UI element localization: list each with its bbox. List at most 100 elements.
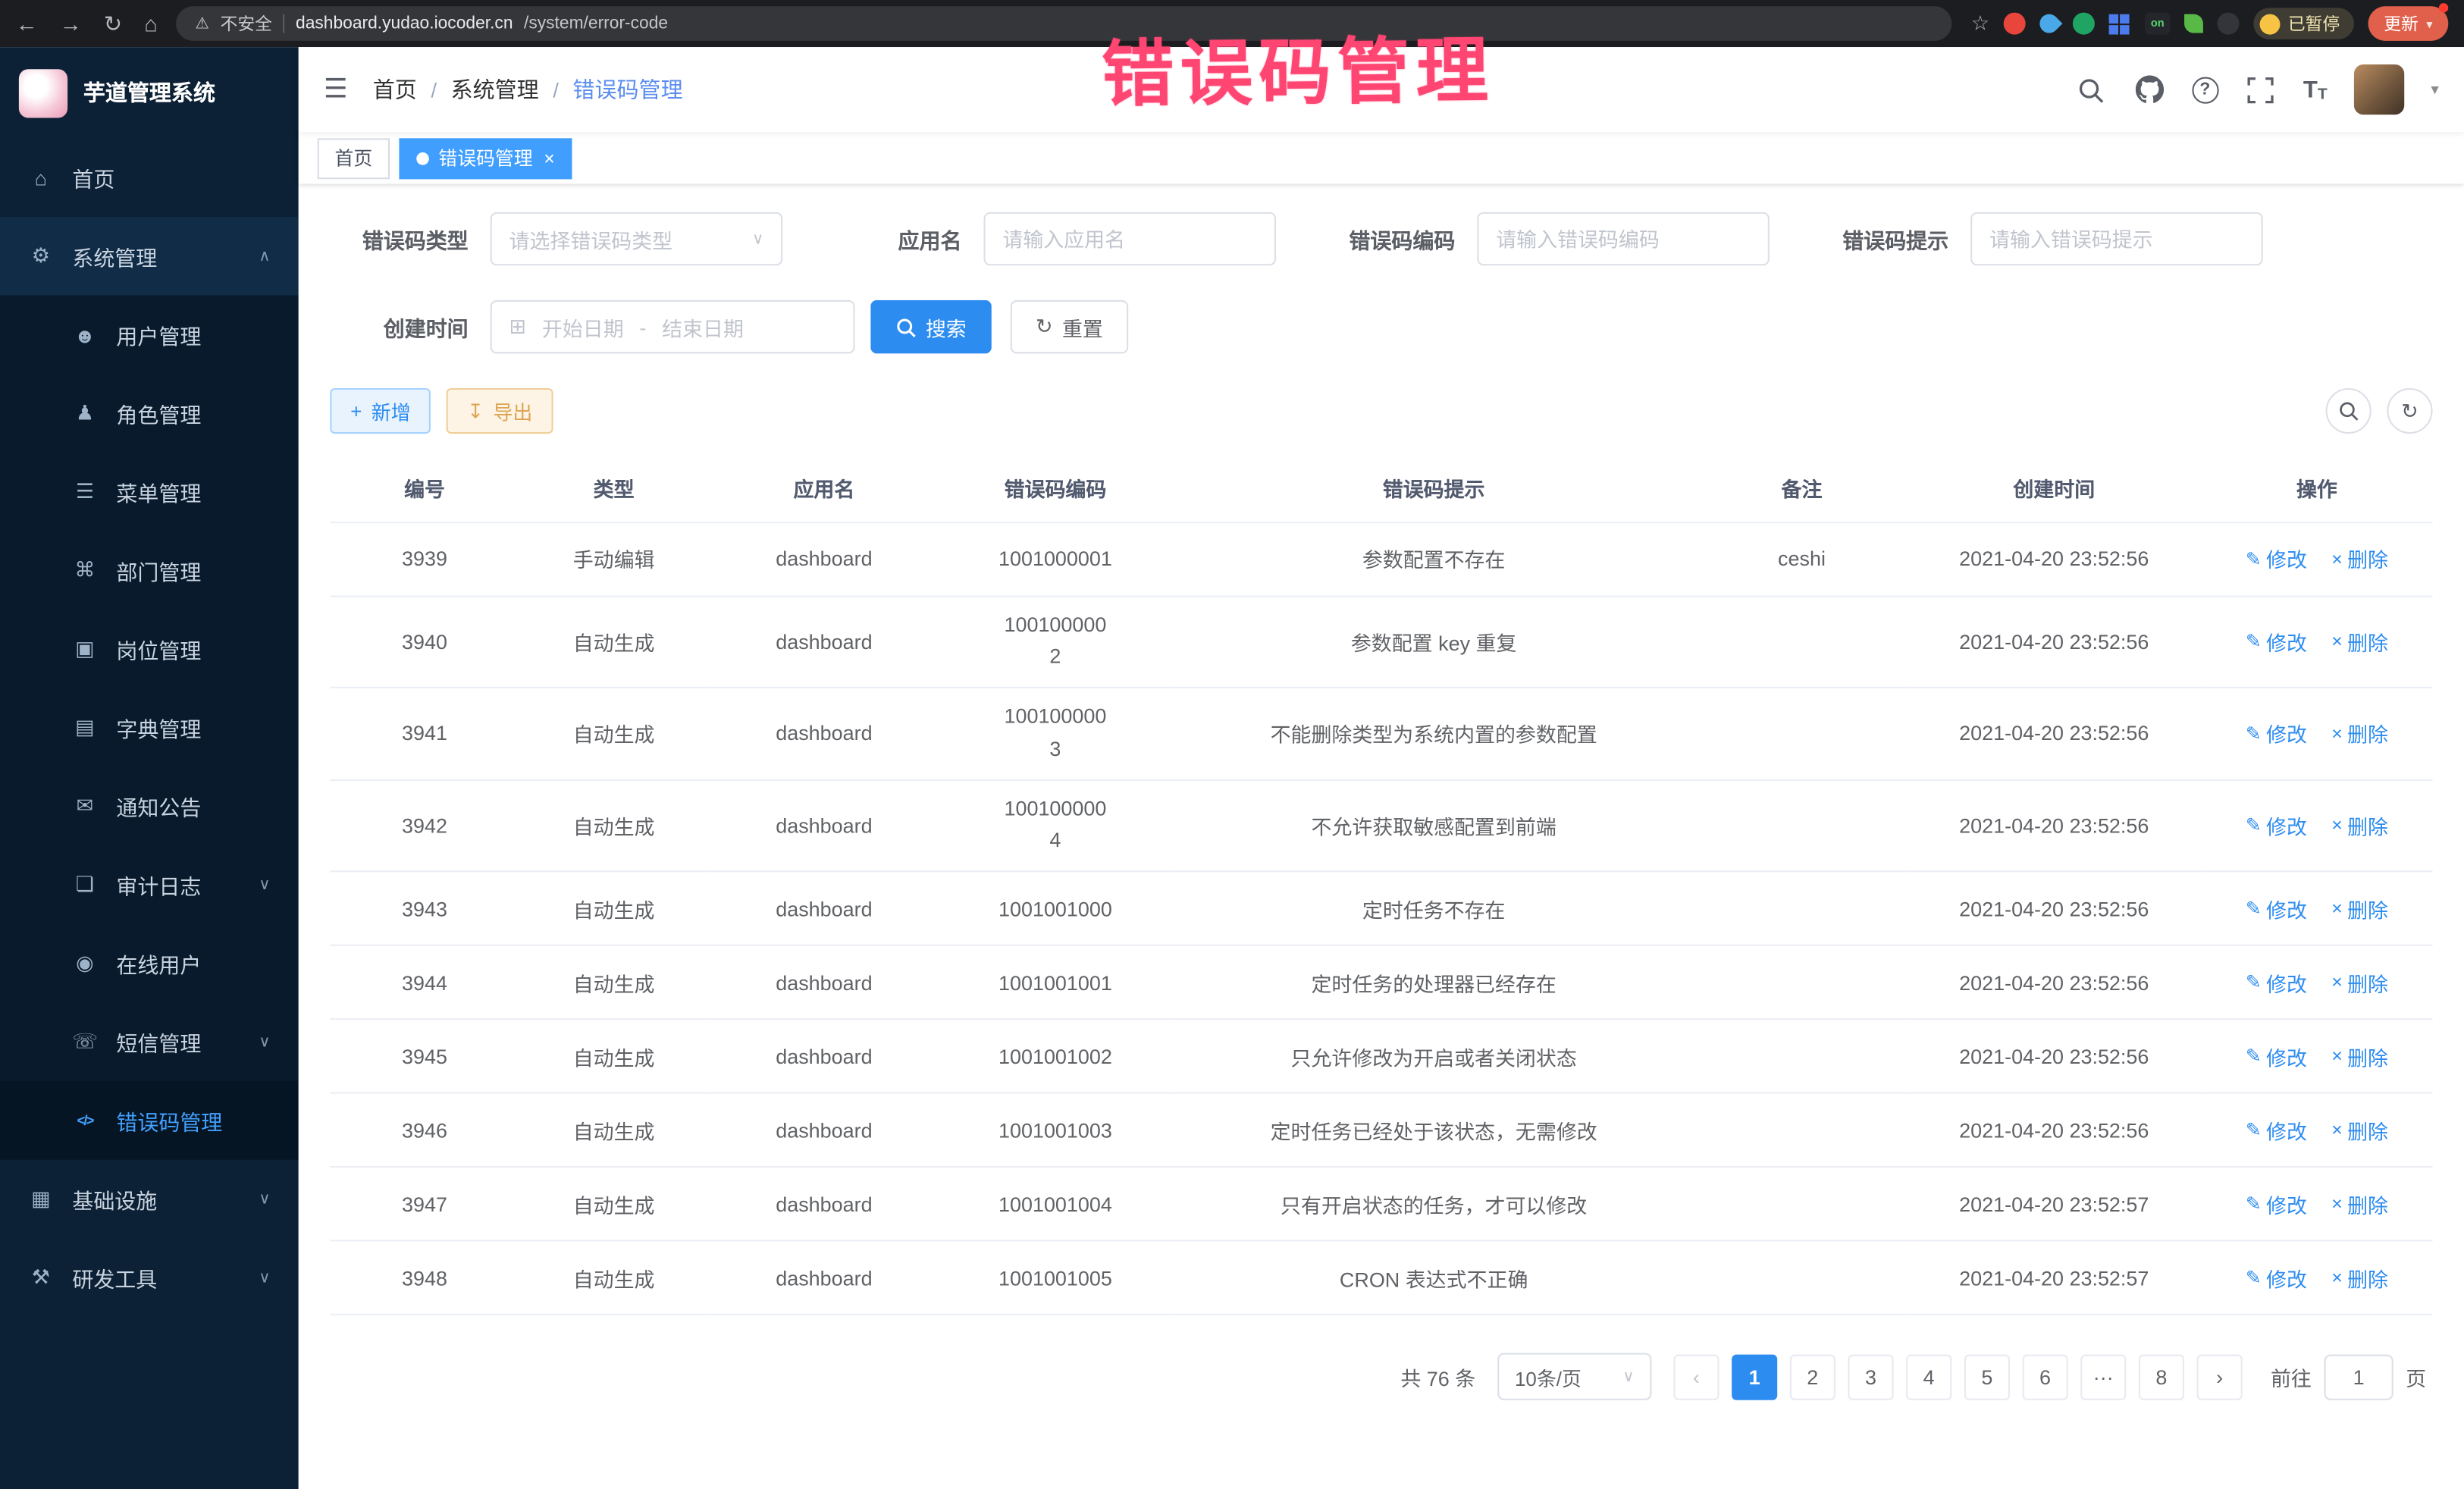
delete-link[interactable]: ×删除 [2331, 1115, 2388, 1145]
forward-icon[interactable]: → [60, 13, 82, 35]
fullscreen-icon[interactable] [2245, 74, 2276, 105]
extension-drop-icon[interactable] [2036, 11, 2062, 37]
export-button[interactable]: ↧ 导出 [447, 388, 553, 434]
delete-link[interactable]: ×删除 [2331, 810, 2388, 840]
page-button-1[interactable]: 1 [1732, 1354, 1777, 1400]
delete-link[interactable]: ×删除 [2331, 894, 2388, 923]
next-page-button[interactable]: › [2197, 1354, 2243, 1400]
navbar-actions: ? TT ▾ [2075, 64, 2438, 114]
page-ellipsis-button[interactable]: ··· [2080, 1354, 2126, 1400]
edit-link[interactable]: ✎修改 [2246, 810, 2307, 840]
sidebar-item-menu-management[interactable]: ☰ 菜单管理 [0, 453, 299, 531]
delete-link[interactable]: ×删除 [2331, 1190, 2388, 1219]
edit-link[interactable]: ✎修改 [2246, 1115, 2307, 1145]
extension-red-icon[interactable] [2004, 13, 2026, 35]
goto-label: 前往 [2271, 1362, 2312, 1392]
logo-image [19, 68, 67, 117]
sidebar-item-post-management[interactable]: ▣ 岗位管理 [0, 610, 299, 688]
extension-grid-icon[interactable] [2109, 13, 2131, 35]
refresh-icon: ↻ [1036, 315, 1053, 340]
sidebar-item-notice[interactable]: ✉ 通知公告 [0, 766, 299, 845]
sidebar-item-user-management[interactable]: ☻ 用户管理 [0, 296, 299, 375]
delete-link[interactable]: ×删除 [2331, 1263, 2388, 1293]
sidebar-item-online-users[interactable]: ◉ 在线用户 [0, 924, 299, 1003]
user-icon: ☻ [72, 323, 97, 346]
edit-link[interactable]: ✎修改 [2246, 1263, 2307, 1293]
search-button[interactable]: 搜索 [870, 300, 992, 353]
page-button-6[interactable]: 6 [2023, 1354, 2068, 1400]
extension-dark-icon[interactable] [2218, 13, 2240, 35]
prev-page-button[interactable]: ‹ [1673, 1354, 1719, 1400]
sidebar-item-error-code-management[interactable]: </> 错误码管理 [0, 1081, 299, 1160]
edit-link[interactable]: ✎修改 [2246, 894, 2307, 923]
delete-link[interactable]: ×删除 [2331, 967, 2388, 997]
delete-link[interactable]: ×删除 [2331, 627, 2388, 657]
logo[interactable]: 芋道管理系统 [0, 47, 299, 138]
delete-icon: × [2331, 972, 2343, 994]
breadcrumb-section[interactable]: 系统管理 [451, 74, 539, 105]
page-button-8[interactable]: 8 [2139, 1354, 2184, 1400]
top-navbar: ☰ 首页 / 系统管理 / 错误码管理 ? [299, 47, 2464, 132]
page-button-5[interactable]: 5 [1964, 1354, 2010, 1400]
tab-error-code-management[interactable]: 错误码管理 × [399, 137, 572, 178]
page-button-3[interactable]: 3 [1848, 1354, 1893, 1400]
reset-button[interactable]: ↻ 重置 [1011, 300, 1128, 353]
edit-icon: ✎ [2246, 972, 2262, 994]
hamburger-icon[interactable]: ☰ [324, 74, 348, 105]
update-button[interactable]: 更新 ▾ [2368, 6, 2449, 41]
page-button-4[interactable]: 4 [1906, 1354, 1951, 1400]
page-button-2[interactable]: 2 [1790, 1354, 1835, 1400]
edit-icon: ✎ [2246, 898, 2262, 920]
edit-link[interactable]: ✎修改 [2246, 1042, 2307, 1071]
sidebar-item-sms-management[interactable]: ☏ 短信管理 ∨ [0, 1002, 299, 1081]
create-time-range-picker[interactable]: ⊞ 开始日期 - 结束日期 [491, 300, 855, 353]
app-name-input[interactable] [984, 212, 1277, 265]
edit-link[interactable]: ✎修改 [2246, 627, 2307, 657]
add-button[interactable]: + 新增 [330, 388, 431, 434]
avatar[interactable] [2354, 64, 2404, 114]
edit-link[interactable]: ✎修改 [2246, 719, 2307, 748]
help-icon[interactable]: ? [2192, 77, 2218, 103]
sidebar-item-system-management[interactable]: ⚙ 系统管理 ∧ [0, 217, 299, 296]
error-code-input[interactable] [1477, 212, 1770, 265]
goto-page-input[interactable] [2324, 1354, 2393, 1400]
github-icon[interactable] [2133, 74, 2165, 105]
extension-on-badge-icon[interactable]: on [2145, 13, 2170, 35]
reload-icon[interactable]: ↻ [104, 13, 122, 35]
delete-link[interactable]: ×删除 [2331, 719, 2388, 748]
search-icon[interactable] [2075, 74, 2106, 105]
toggle-search-button[interactable] [2326, 388, 2372, 434]
close-icon[interactable]: × [544, 147, 555, 169]
chevron-down-icon: ∨ [1622, 1368, 1634, 1386]
page-size-select[interactable]: 10条/页 ∨ [1497, 1353, 1651, 1400]
sidebar-item-home[interactable]: ⌂ 首页 [0, 138, 299, 217]
refresh-table-button[interactable]: ↻ [2387, 388, 2432, 434]
extension-leaf-icon[interactable] [2184, 14, 2203, 33]
edit-link[interactable]: ✎修改 [2246, 967, 2307, 997]
sidebar-item-dev-tools[interactable]: ⚒ 研发工具 ∨ [0, 1238, 299, 1317]
edit-link[interactable]: ✎修改 [2246, 544, 2307, 573]
delete-link[interactable]: ×删除 [2331, 1042, 2388, 1071]
address-bar[interactable]: ⚠ 不安全 dashboard.yudao.iocoder.cn/system/… [177, 6, 1952, 41]
edit-link[interactable]: ✎修改 [2246, 1190, 2307, 1219]
bookmark-star-icon[interactable]: ☆ [1971, 11, 1989, 36]
browser-home-icon[interactable]: ⌂ [144, 13, 158, 35]
breadcrumb-home[interactable]: 首页 [373, 74, 417, 105]
font-size-icon[interactable]: TT [2303, 77, 2328, 103]
active-tab-dot [416, 152, 429, 165]
back-icon[interactable]: ← [16, 13, 38, 35]
tab-home[interactable]: 首页 [318, 137, 390, 178]
sidebar-item-role-management[interactable]: ♟ 角色管理 [0, 374, 299, 453]
error-hint-input[interactable] [1970, 212, 2263, 265]
error-type-select[interactable]: 请选择错误码类型 ∨ [491, 212, 783, 265]
paused-badge[interactable]: 已暂停 [2253, 8, 2354, 39]
sidebar-item-audit-log[interactable]: ❏ 审计日志 ∨ [0, 845, 299, 924]
sidebar-item-infrastructure[interactable]: ▦ 基础设施 ∨ [0, 1160, 299, 1239]
paused-label: 已暂停 [2288, 11, 2340, 36]
delete-link[interactable]: ×删除 [2331, 544, 2388, 573]
range-separator: - [639, 315, 646, 339]
sidebar-item-dict-management[interactable]: ▤ 字典管理 [0, 688, 299, 767]
caret-down-icon[interactable]: ▾ [2431, 81, 2438, 99]
extension-green-icon[interactable] [2073, 13, 2095, 35]
sidebar-item-dept-management[interactable]: ⌘ 部门管理 [0, 531, 299, 610]
